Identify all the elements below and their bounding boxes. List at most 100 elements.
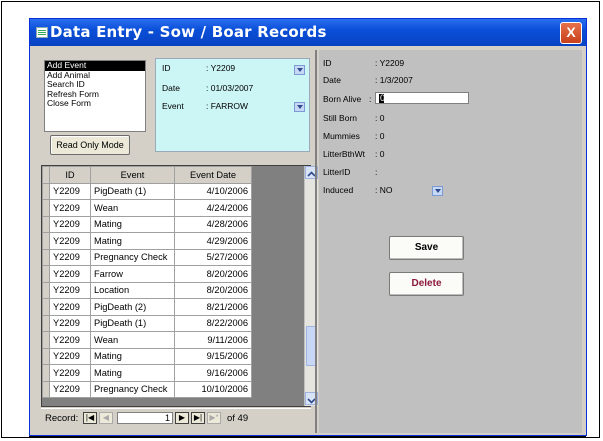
- cell-event[interactable]: Wean: [90, 331, 175, 349]
- new-record-icon[interactable]: ▶*: [207, 412, 221, 424]
- cell-event[interactable]: Mating: [90, 215, 175, 233]
- table-row[interactable]: Y2209 Location 8/20/2006: [42, 281, 252, 299]
- table-row[interactable]: Y2209 Wean 9/11/2006: [42, 331, 252, 349]
- event-history-grid[interactable]: ID Event Event Date Y2209 PigDeath (1) 4/1…: [41, 165, 318, 407]
- cell-event[interactable]: Location: [90, 281, 175, 299]
- cell-event[interactable]: PigDeath (2): [90, 298, 175, 316]
- column-header-id[interactable]: ID: [49, 166, 91, 184]
- row-selector[interactable]: [42, 232, 50, 250]
- cell-id[interactable]: Y2209: [49, 364, 91, 382]
- table-row[interactable]: Y2209 Farrow 8/20/2006: [42, 265, 252, 283]
- born-alive-value: 0: [380, 93, 386, 103]
- cell-event[interactable]: PigDeath (1): [90, 314, 175, 332]
- cell-id[interactable]: Y2209: [49, 314, 91, 332]
- title-bar[interactable]: Data Entry - Sow / Boar Records X: [30, 19, 586, 46]
- cell-id[interactable]: Y2209: [49, 298, 91, 316]
- cell-id[interactable]: Y2209: [49, 199, 91, 217]
- event-dropdown-icon[interactable]: [294, 102, 305, 112]
- cell-event[interactable]: Mating: [90, 347, 175, 365]
- column-header-event[interactable]: Event: [90, 166, 175, 184]
- cell-event-date[interactable]: 8/21/2006: [174, 298, 252, 316]
- born-alive-input[interactable]: 0: [375, 92, 469, 104]
- table-row[interactable]: Y2209 Wean 4/24/2006: [42, 199, 252, 217]
- row-selector[interactable]: [42, 314, 50, 332]
- first-record-icon[interactable]: |◀: [83, 412, 97, 424]
- info-date-value[interactable]: : 01/03/2007: [206, 83, 253, 93]
- cell-event[interactable]: PigDeath (1): [90, 182, 175, 200]
- row-selector[interactable]: [42, 331, 50, 349]
- table-row[interactable]: Y2209 Pregnancy Check 5/27/2006: [42, 248, 252, 266]
- cell-id[interactable]: Y2209: [49, 215, 91, 233]
- cell-event-date[interactable]: 8/20/2006: [174, 265, 252, 283]
- form-icon: [36, 27, 48, 38]
- cell-event-date[interactable]: 9/11/2006: [174, 331, 252, 349]
- row-selector[interactable]: [42, 298, 50, 316]
- induced-dropdown-icon[interactable]: [432, 186, 443, 196]
- info-id-value[interactable]: : Y2209: [206, 63, 235, 73]
- table-row[interactable]: Y2209 Mating 9/15/2006: [42, 347, 252, 365]
- cell-event-date[interactable]: 10/10/2006: [174, 380, 252, 398]
- cell-event-date[interactable]: 4/24/2006: [174, 199, 252, 217]
- cell-event-date[interactable]: 9/15/2006: [174, 347, 252, 365]
- cell-event-date[interactable]: 4/10/2006: [174, 182, 252, 200]
- row-selector[interactable]: [42, 215, 50, 233]
- cell-event-date[interactable]: 4/28/2006: [174, 215, 252, 233]
- cell-event[interactable]: Pregnancy Check: [90, 248, 175, 266]
- mummies-value[interactable]: : 0: [375, 131, 384, 141]
- save-button[interactable]: Save: [389, 236, 464, 260]
- cell-id[interactable]: Y2209: [49, 248, 91, 266]
- cell-event-date[interactable]: 9/16/2006: [174, 364, 252, 382]
- table-row[interactable]: Y2209 PigDeath (1) 8/22/2006: [42, 314, 252, 332]
- menu-item-close-form[interactable]: Close Form: [45, 98, 145, 109]
- event-table-body: Y2209 PigDeath (1) 4/10/2006 Y2209 Wean 4/24/…: [42, 182, 252, 398]
- row-selector[interactable]: [42, 265, 50, 283]
- previous-record-icon[interactable]: ◀: [99, 412, 113, 424]
- table-row[interactable]: Y2209 PigDeath (2) 8/21/2006: [42, 298, 252, 316]
- induced-label: Induced: [323, 185, 354, 195]
- close-button[interactable]: X: [560, 22, 582, 44]
- row-selector[interactable]: [42, 281, 50, 299]
- still-born-value[interactable]: : 0: [375, 113, 384, 123]
- id-dropdown-icon[interactable]: [294, 65, 305, 75]
- induced-value[interactable]: : NO: [375, 185, 392, 195]
- next-record-icon[interactable]: ▶: [175, 412, 189, 424]
- cell-event-date[interactable]: 5/27/2006: [174, 248, 252, 266]
- table-row[interactable]: Y2209 Pregnancy Check 10/10/2006: [42, 380, 252, 398]
- row-selector[interactable]: [42, 199, 50, 217]
- row-selector[interactable]: [42, 347, 50, 365]
- cell-event-date[interactable]: 4/29/2006: [174, 232, 252, 250]
- cell-event[interactable]: Mating: [90, 364, 175, 382]
- action-menu-list[interactable]: Add Event Add Animal Search ID Refresh F…: [44, 60, 146, 132]
- current-record-input[interactable]: 1: [117, 412, 173, 424]
- row-selector[interactable]: [42, 380, 50, 398]
- table-row[interactable]: Y2209 PigDeath (1) 4/10/2006: [42, 182, 252, 200]
- row-selector[interactable]: [42, 248, 50, 266]
- cell-id[interactable]: Y2209: [49, 331, 91, 349]
- cell-id[interactable]: Y2209: [49, 380, 91, 398]
- client-area: Add Event Add Animal Search ID Refresh F…: [34, 50, 582, 433]
- table-row[interactable]: Y2209 Mating 4/29/2006: [42, 232, 252, 250]
- litter-bth-wt-value[interactable]: : 0: [375, 149, 384, 159]
- cell-event[interactable]: Wean: [90, 199, 175, 217]
- cell-event[interactable]: Farrow: [90, 265, 175, 283]
- cell-id[interactable]: Y2209: [49, 347, 91, 365]
- delete-button[interactable]: Delete: [389, 272, 464, 296]
- cell-id[interactable]: Y2209: [49, 232, 91, 250]
- litter-id-value[interactable]: :: [375, 167, 377, 177]
- cell-id[interactable]: Y2209: [49, 281, 91, 299]
- read-only-mode-button[interactable]: Read Only Mode: [50, 135, 130, 155]
- cell-event[interactable]: Mating: [90, 232, 175, 250]
- row-selector[interactable]: [42, 364, 50, 382]
- row-selector[interactable]: [42, 182, 50, 200]
- table-row[interactable]: Y2209 Mating 9/16/2006: [42, 364, 252, 382]
- table-row[interactable]: Y2209 Mating 4/28/2006: [42, 215, 252, 233]
- cell-event[interactable]: Pregnancy Check: [90, 380, 175, 398]
- cell-id[interactable]: Y2209: [49, 182, 91, 200]
- last-record-icon[interactable]: ▶|: [191, 412, 205, 424]
- cell-event-date[interactable]: 8/20/2006: [174, 281, 252, 299]
- cell-event-date[interactable]: 8/22/2006: [174, 314, 252, 332]
- column-header-event-date[interactable]: Event Date: [174, 166, 252, 184]
- row-selector-header[interactable]: [42, 166, 50, 184]
- info-event-value[interactable]: : FARROW: [206, 101, 248, 111]
- cell-id[interactable]: Y2209: [49, 265, 91, 283]
